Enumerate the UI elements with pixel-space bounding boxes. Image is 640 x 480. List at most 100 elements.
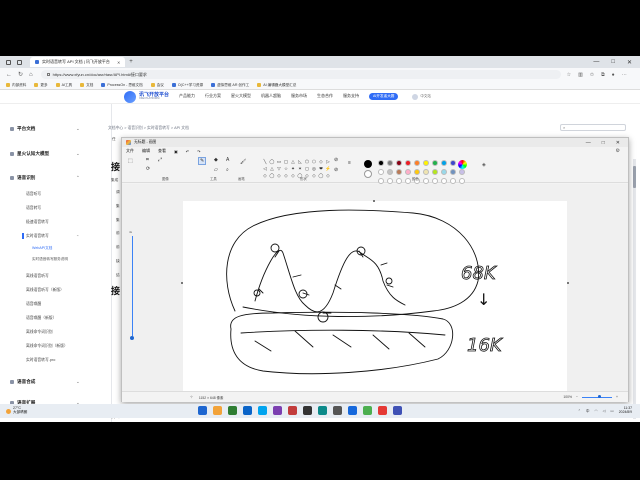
taskbar-app-icon[interactable] <box>213 406 222 415</box>
sidebar-section[interactable]: 语音合成 ⌄ <box>10 379 80 385</box>
star-icon[interactable]: ☆ <box>567 72 571 78</box>
taskbar-app-icon[interactable] <box>348 406 357 415</box>
nav-item[interactable]: 行业方案 <box>205 93 221 100</box>
shape-option[interactable]: ╲ <box>262 159 268 165</box>
zoom-knob[interactable] <box>598 395 602 398</box>
rotate-icon[interactable]: ⟳ <box>146 166 150 172</box>
weather-widget[interactable]: 27°C 大部晴朗 <box>6 407 27 414</box>
close-tab-icon[interactable]: ✕ <box>117 60 120 65</box>
refresh-icon[interactable]: ↻ <box>18 71 23 78</box>
menu-view[interactable]: 查看 <box>158 148 166 154</box>
back-icon[interactable]: ← <box>6 72 12 78</box>
color-swatch[interactable] <box>387 160 393 166</box>
gear-icon[interactable]: ⚙ <box>616 148 628 154</box>
taskbar-app-icon[interactable] <box>228 406 237 415</box>
shape-option[interactable]: ⬡ <box>311 159 317 165</box>
split-icon[interactable]: ▥ <box>578 72 583 78</box>
shape-option[interactable]: ◻ <box>304 166 310 172</box>
browser-tab[interactable]: 实时语音转写 API 文档 | 讯飞开放平台 ✕ <box>30 57 126 67</box>
maximize-button[interactable]: □ <box>611 59 615 66</box>
menu-edit[interactable]: 编辑 <box>142 148 150 154</box>
new-tab-button[interactable]: + <box>129 59 133 65</box>
sidebar-item[interactable]: 语音唤醒（新版） <box>26 316 56 321</box>
bookmark-item[interactable]: 会议 <box>150 83 164 88</box>
taskbar-app-icon[interactable] <box>303 406 312 415</box>
clock[interactable]: 11:37 2024/8/9 <box>619 407 632 414</box>
color-swatch[interactable] <box>423 160 429 166</box>
taskbar-app-icon[interactable] <box>288 406 297 415</box>
color-swatch[interactable] <box>378 169 384 175</box>
sidebar-item[interactable]: 离线命令词识别（新版） <box>26 344 68 349</box>
sidebar-child[interactable]: 实时语音转写服务说明 <box>32 257 68 262</box>
color-swatch[interactable] <box>378 160 384 166</box>
minimize-button[interactable]: — <box>593 59 599 66</box>
zoom-in-icon[interactable]: + <box>616 395 618 399</box>
sidebar-item[interactable]: 极速语音转写 <box>26 220 49 225</box>
select-icon[interactable]: ⬚ <box>128 158 133 164</box>
undo-icon[interactable]: ↶ <box>186 149 189 154</box>
hot-event-link[interactable]: AI开发者大赛 <box>369 93 399 100</box>
color-swatch[interactable] <box>459 169 465 175</box>
nav-item[interactable]: 产品能力 <box>179 93 195 100</box>
shape-option[interactable]: ◇ <box>325 173 331 179</box>
sidebar-section[interactable]: 语音识别 ⌃ <box>10 175 80 181</box>
nav-item[interactable]: 服务市场 <box>291 93 307 100</box>
layers-icon[interactable]: ◈ <box>482 162 486 168</box>
color-swatch[interactable] <box>432 160 438 166</box>
bookmark-item[interactable]: 虚拟思维 AR 创作工 <box>211 83 249 88</box>
zoom-value[interactable]: 100% <box>563 395 572 399</box>
sidebar-item[interactable]: 实时语音转写.pro <box>26 358 55 363</box>
sidebar-section[interactable]: 平台文档 ⌄ <box>10 126 80 132</box>
canvas-resize-handle[interactable] <box>373 200 375 202</box>
shape-option[interactable]: ◎ <box>311 166 317 172</box>
paint-maximize-button[interactable]: □ <box>602 140 605 146</box>
sidebar-item[interactable]: 语音转写 <box>26 206 41 211</box>
shape-option[interactable]: ◇ <box>311 173 317 179</box>
pencil-icon[interactable]: ✎ <box>198 157 207 165</box>
shape-option[interactable]: ◇ <box>283 173 289 179</box>
search-input[interactable]: ⌕ <box>560 124 626 131</box>
sidebar-item[interactable]: 离线语音听写 <box>26 274 49 279</box>
profile-icon[interactable]: ● <box>612 72 615 78</box>
sidebar-item[interactable]: 语音唤醒 <box>26 302 41 307</box>
sidebar-section[interactable]: 星火认知大模型 ⌄ <box>10 151 80 157</box>
color-1-swatch[interactable] <box>364 160 372 168</box>
shape-option[interactable]: ◁ <box>262 166 268 172</box>
shape-option[interactable]: ◯ <box>269 159 275 165</box>
color-swatch[interactable] <box>414 169 420 175</box>
shape-option[interactable]: ❤ <box>318 166 324 172</box>
shape-option[interactable]: △ <box>269 166 275 172</box>
url-field[interactable]: https://www.xfyun.cn/doc/asr/rtasr/API.h… <box>40 70 561 79</box>
volume-icon[interactable]: ◁ <box>603 409 606 413</box>
workspace-icon[interactable] <box>6 59 11 65</box>
color-swatch[interactable] <box>423 169 429 175</box>
color-swatch[interactable] <box>432 169 438 175</box>
shape-option[interactable]: ◇ <box>276 173 282 179</box>
nav-item[interactable]: 生态合作 <box>317 93 333 100</box>
color-swatch[interactable] <box>441 160 447 166</box>
shape-option[interactable]: △ <box>290 159 296 165</box>
content-scrollbar[interactable] <box>633 159 636 419</box>
sidebar-item[interactable]: 离线命令词识别 <box>26 330 53 335</box>
taskbar-app-icon[interactable] <box>393 406 402 415</box>
shape-option[interactable]: ⚡ <box>325 166 331 172</box>
sidebar-item[interactable]: 离线语音听写（新版） <box>26 288 64 293</box>
sidebar-item-active[interactable]: 实时语音转写 ⌃ <box>26 234 79 239</box>
shape-option[interactable]: ✶ <box>297 166 303 172</box>
taskbar-app-icon[interactable] <box>378 406 387 415</box>
start-button[interactable] <box>198 406 207 415</box>
color-swatch[interactable] <box>450 169 456 175</box>
bookmark-item[interactable]: ProcessOn - 思维文档 <box>101 83 143 88</box>
content-scrollbar-thumb[interactable] <box>633 166 636 188</box>
color-2-swatch[interactable] <box>364 170 372 178</box>
shape-option[interactable]: ▢ <box>283 159 289 165</box>
zoom-out-icon[interactable]: − <box>576 395 578 399</box>
shape-option[interactable]: ▽ <box>276 166 282 172</box>
shape-fill-icon[interactable]: ⊘ <box>334 167 338 173</box>
color-swatch[interactable] <box>441 169 447 175</box>
taskbar-app-icon[interactable] <box>243 406 252 415</box>
color-swatch[interactable] <box>450 160 456 166</box>
shape-option[interactable]: ▭ <box>276 159 282 165</box>
save-icon[interactable]: ▣ <box>174 149 178 154</box>
color-swatch[interactable] <box>387 169 393 175</box>
